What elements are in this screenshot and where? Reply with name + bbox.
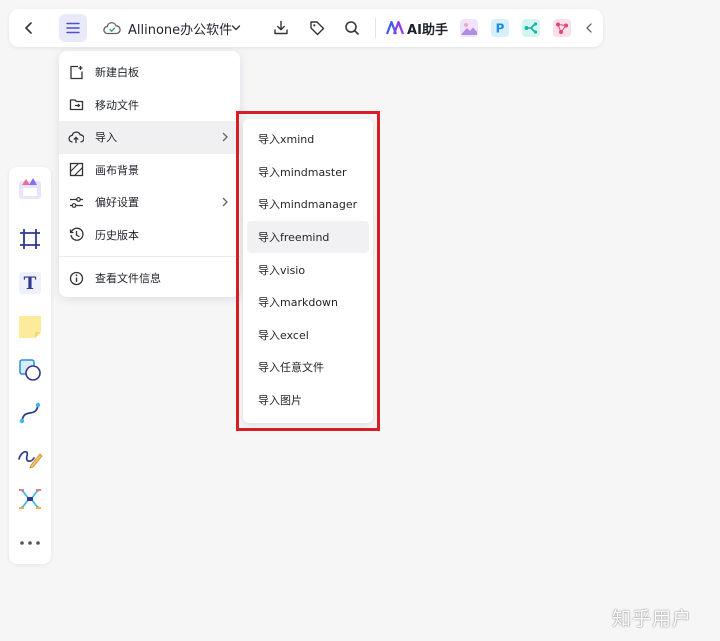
image-ai-app-button[interactable] bbox=[458, 14, 480, 42]
download-button[interactable] bbox=[269, 14, 293, 42]
back-button[interactable] bbox=[17, 14, 41, 42]
connector-tool-button[interactable] bbox=[16, 399, 44, 427]
chevron-right-icon bbox=[222, 132, 228, 142]
import-xmind-item[interactable]: 导入xmind bbox=[247, 123, 369, 156]
import-markdown-item[interactable]: 导入markdown bbox=[247, 286, 369, 319]
download-icon bbox=[274, 20, 288, 35]
menu-item-label: 移动文件 bbox=[95, 98, 139, 112]
image-ai-app-icon bbox=[460, 19, 478, 37]
menu-item-label: 导入 bbox=[95, 131, 117, 145]
ai-logo-icon bbox=[386, 21, 405, 35]
chevron-left-small-icon bbox=[586, 23, 592, 33]
shape-tool-button[interactable] bbox=[16, 356, 44, 384]
flow-app-icon bbox=[522, 19, 540, 37]
mindmap-icon bbox=[18, 489, 42, 509]
menu-item-label: 画布背景 bbox=[95, 163, 139, 177]
sticky-note-tool-button[interactable] bbox=[16, 313, 44, 341]
template-tool-button[interactable] bbox=[16, 175, 44, 203]
menu-item-label: 历史版本 bbox=[95, 228, 139, 242]
menu-item-preferences[interactable]: 偏好设置 bbox=[59, 186, 240, 219]
mindmap-app-button[interactable] bbox=[551, 14, 573, 42]
tag-icon bbox=[310, 21, 325, 36]
file-menu: 新建白板 移动文件 导入 画布背景 偏好设置 历史版本 查看文件信息 bbox=[59, 51, 240, 297]
p-app-icon: P bbox=[491, 19, 509, 37]
ai-assistant-label: AI助手 bbox=[407, 22, 448, 38]
toolbar-divider bbox=[375, 18, 376, 38]
cloud-upload-icon bbox=[68, 129, 84, 145]
menu-item-label: 查看文件信息 bbox=[95, 272, 161, 286]
menu-item-label: 偏好设置 bbox=[95, 196, 139, 210]
cloud-check-icon bbox=[103, 22, 121, 35]
shape-icon bbox=[19, 359, 41, 381]
import-excel-item[interactable]: 导入excel bbox=[247, 319, 369, 352]
file-title[interactable]: Allinone办公软件 bbox=[128, 14, 232, 42]
new-whiteboard-icon bbox=[68, 64, 84, 80]
menu-item-new-whiteboard[interactable]: 新建白板 bbox=[59, 56, 240, 89]
menu-divider bbox=[59, 256, 240, 257]
svg-text:T: T bbox=[24, 274, 37, 294]
import-any-file-item[interactable]: 导入任意文件 bbox=[247, 351, 369, 384]
hamburger-icon bbox=[66, 22, 80, 34]
cloud-sync-status bbox=[101, 14, 123, 42]
sliders-icon bbox=[68, 194, 84, 210]
canvas-background-icon bbox=[68, 162, 84, 178]
import-submenu: 导入xmind 导入mindmaster 导入mindmanager 导入fre… bbox=[243, 119, 373, 423]
info-icon bbox=[68, 270, 84, 286]
pen-icon bbox=[18, 450, 43, 469]
menu-item-history[interactable]: 历史版本 bbox=[59, 219, 240, 252]
menu-item-import[interactable]: 导入 bbox=[59, 121, 240, 154]
menu-button[interactable] bbox=[59, 14, 87, 42]
sticky-note-icon bbox=[19, 316, 41, 338]
chevron-down-icon bbox=[231, 25, 241, 31]
svg-text:P: P bbox=[496, 22, 505, 36]
text-icon: T bbox=[19, 272, 41, 294]
p-app-button[interactable]: P bbox=[489, 14, 511, 42]
import-mindmaster-item[interactable]: 导入mindmaster bbox=[247, 156, 369, 189]
pen-tool-button[interactable] bbox=[16, 443, 44, 471]
collapse-apps-button[interactable] bbox=[581, 14, 597, 42]
import-image-item[interactable]: 导入图片 bbox=[247, 384, 369, 417]
menu-item-label: 新建白板 bbox=[95, 66, 139, 80]
file-title-dropdown[interactable] bbox=[229, 14, 243, 42]
left-tool-rail: T bbox=[9, 167, 51, 564]
search-button[interactable] bbox=[340, 14, 364, 42]
more-tools-button[interactable] bbox=[16, 529, 44, 557]
search-icon bbox=[345, 21, 359, 35]
flow-app-button[interactable] bbox=[520, 14, 542, 42]
chevron-left-icon bbox=[25, 22, 32, 34]
ai-assistant-button[interactable]: AI助手 bbox=[386, 14, 448, 42]
menu-item-file-info[interactable]: 查看文件信息 bbox=[59, 262, 240, 295]
text-tool-button[interactable]: T bbox=[16, 269, 44, 297]
menu-item-move-file[interactable]: 移动文件 bbox=[59, 89, 240, 122]
frame-tool-button[interactable] bbox=[16, 225, 44, 253]
watermark: 知乎用户 bbox=[612, 608, 693, 630]
mindmap-app-icon bbox=[553, 19, 571, 37]
connector-icon bbox=[19, 402, 41, 424]
history-icon bbox=[68, 227, 84, 243]
import-visio-item[interactable]: 导入visio bbox=[247, 253, 369, 286]
top-toolbar: Allinone办公软件 AI助手 P bbox=[9, 9, 603, 47]
frame-icon bbox=[20, 229, 40, 249]
tag-button[interactable] bbox=[305, 14, 329, 42]
chevron-right-icon bbox=[222, 197, 228, 207]
template-icon bbox=[19, 178, 41, 199]
import-mindmanager-item[interactable]: 导入mindmanager bbox=[247, 188, 369, 221]
import-freemind-item[interactable]: 导入freemind bbox=[247, 220, 369, 254]
more-icon bbox=[20, 541, 40, 545]
menu-item-canvas-background[interactable]: 画布背景 bbox=[59, 154, 240, 187]
mindmap-tool-button[interactable] bbox=[16, 485, 44, 513]
move-folder-icon bbox=[68, 97, 84, 113]
